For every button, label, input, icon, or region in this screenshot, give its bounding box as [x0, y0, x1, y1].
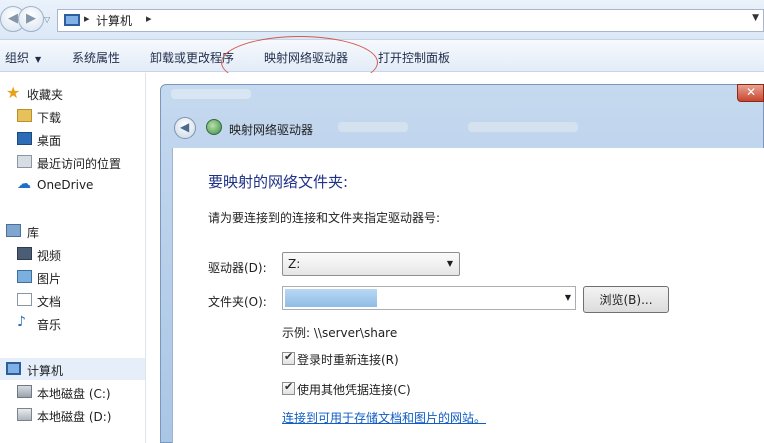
sidebar-item-documents[interactable]: 文档 — [0, 289, 146, 311]
folder-label: 文件夹(O): — [208, 295, 267, 309]
sidebar-item-label: 桌面 — [37, 134, 62, 148]
breadcrumb-computer[interactable]: 计算机 — [96, 12, 132, 29]
sidebar-item-label: 收藏夹 — [27, 88, 64, 102]
music-note-icon: ♪ — [17, 314, 26, 330]
sidebar-item-label: 库 — [27, 226, 40, 240]
sidebar-item-favorites[interactable]: ★ 收藏夹 — [0, 82, 146, 104]
breadcrumb-chevron-icon[interactable]: ▸ — [84, 12, 90, 25]
blurred-background-area — [338, 122, 408, 132]
computer-icon — [6, 362, 21, 375]
reconnect-checkbox[interactable]: ✔ — [282, 350, 295, 365]
cloud-icon: ☁ — [17, 176, 31, 192]
breadcrumb-chevron-icon[interactable]: ▸ — [146, 12, 152, 25]
library-icon — [6, 224, 21, 237]
pictures-icon — [17, 270, 32, 283]
open-control-panel-button[interactable]: 打开控制面板 — [378, 49, 450, 66]
sidebar-item-label: 图片 — [37, 272, 62, 286]
address-bar-area: ◀ ▶ ▽ ▸ 计算机 ▸ ▼ — [0, 0, 764, 40]
back-arrow-icon: ◀ — [8, 11, 18, 26]
network-drive-icon — [206, 119, 222, 135]
sidebar-item-label: 文档 — [37, 295, 62, 309]
sidebar-item-videos[interactable]: 视频 — [0, 243, 146, 265]
close-icon: ✕ — [746, 85, 757, 99]
sidebar-item-recent[interactable]: 最近访问的位置 — [0, 151, 146, 173]
instruction-text: 请为要连接到的连接和文件夹指定驱动器号: — [208, 211, 441, 225]
dialog-header: ◀ 映射网络驱动器 — [168, 108, 764, 148]
drive-select-value: Z: — [288, 257, 301, 271]
organize-label: 组织 — [5, 51, 30, 65]
back-arrow-icon: ◀ — [180, 120, 190, 134]
document-icon — [17, 293, 32, 306]
hard-disk-icon — [17, 408, 32, 421]
checkmark-icon: ✔ — [284, 350, 294, 363]
sidebar-item-onedrive[interactable]: ☁ OneDrive — [0, 174, 146, 196]
forward-button[interactable]: ▶ — [18, 6, 44, 32]
chevron-down-icon: ▼ — [35, 55, 42, 64]
drive-select[interactable]: Z: ▼ — [282, 252, 460, 276]
address-box[interactable]: ▸ 计算机 ▸ ▼ — [57, 9, 764, 32]
example-text: 示例: \\server\share — [282, 326, 398, 340]
chevron-down-icon: ▼ — [446, 259, 453, 268]
downloads-folder-icon — [17, 109, 32, 122]
dialog-back-button[interactable]: ◀ — [174, 117, 196, 139]
connect-website-link[interactable]: 连接到可用于存储文档和图片的网站。 — [282, 409, 486, 426]
computer-icon — [64, 14, 80, 26]
close-button[interactable]: ✕ — [737, 84, 764, 102]
forward-arrow-icon: ▶ — [26, 11, 36, 26]
sidebar-item-label: 音乐 — [37, 318, 62, 332]
folder-input[interactable]: ▼ — [282, 286, 576, 310]
sidebar-item-pictures[interactable]: 图片 — [0, 266, 146, 288]
star-icon: ★ — [6, 83, 21, 102]
redacted-folder-path — [285, 289, 377, 307]
recent-places-icon — [17, 155, 32, 168]
hard-disk-icon — [17, 385, 32, 398]
checkmark-icon: ✔ — [284, 380, 294, 393]
sidebar-item-label: 计算机 — [27, 364, 64, 378]
blurred-title-area — [171, 89, 251, 99]
sidebar-item-desktop[interactable]: 桌面 — [0, 128, 146, 150]
reconnect-label: 登录时重新连接(R) — [297, 353, 399, 367]
organize-menu[interactable]: 组织 ▼ — [5, 49, 41, 66]
desktop-icon — [17, 132, 32, 145]
address-dropdown-icon[interactable]: ▼ — [752, 13, 759, 23]
sidebar-item-libraries[interactable]: 库 — [0, 220, 146, 242]
credentials-checkbox[interactable]: ✔ — [282, 380, 295, 395]
page-heading: 要映射的网络文件夹: — [208, 173, 349, 191]
video-icon — [17, 247, 32, 260]
sidebar-item-computer[interactable]: 计算机 — [0, 358, 146, 380]
sidebar-item-downloads[interactable]: 下载 — [0, 105, 146, 127]
system-properties-button[interactable]: 系统属性 — [72, 49, 120, 66]
chevron-down-icon[interactable]: ▼ — [565, 293, 571, 302]
credentials-label: 使用其他凭据连接(C) — [297, 383, 411, 397]
browse-button[interactable]: 浏览(B)... — [583, 286, 669, 313]
command-toolbar: 组织 ▼ 系统属性 卸载或更改程序 映射网络驱动器 打开控制面板 — [0, 40, 764, 72]
sidebar-item-label: OneDrive — [37, 178, 94, 192]
sidebar-item-label: 下载 — [37, 111, 62, 125]
dialog-title: 映射网络驱动器 — [229, 123, 314, 137]
sidebar-item-label: 本地磁盘 (D:) — [37, 410, 112, 424]
sidebar-item-drive-d[interactable]: 本地磁盘 (D:) — [0, 404, 146, 426]
sidebar-item-drive-c[interactable]: 本地磁盘 (C:) — [0, 381, 146, 403]
sidebar-item-music[interactable]: ♪ 音乐 — [0, 312, 146, 334]
sidebar-item-label: 本地磁盘 (C:) — [37, 387, 111, 401]
blurred-background-area — [468, 122, 578, 132]
recent-pages-chevron-icon[interactable]: ▽ — [44, 15, 50, 24]
navigation-pane: ★ 收藏夹 下载 桌面 最近访问的位置 ☁ OneDrive 库 视频 图片 文… — [0, 73, 146, 443]
sidebar-item-label: 视频 — [37, 249, 62, 263]
sidebar-item-label: 最近访问的位置 — [37, 157, 122, 171]
drive-label: 驱动器(D): — [208, 261, 267, 275]
